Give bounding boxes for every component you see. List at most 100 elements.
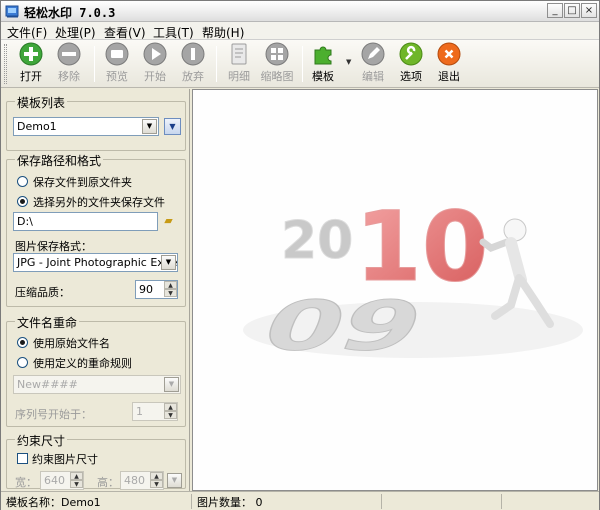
remove-label: 移除 bbox=[58, 70, 80, 83]
constrain-size-checkbox[interactable] bbox=[17, 453, 28, 464]
width-spinner[interactable]: 640 ▲ ▼ bbox=[40, 471, 84, 490]
template-action-button[interactable]: ▼ bbox=[164, 118, 181, 135]
exit-label: 退出 bbox=[438, 70, 460, 83]
close-button[interactable]: × bbox=[581, 3, 597, 18]
chevron-down-icon[interactable]: ▼ bbox=[167, 473, 182, 488]
spin-up-icon[interactable]: ▲ bbox=[150, 472, 163, 480]
status-resize-grip[interactable] bbox=[502, 494, 599, 509]
radio-label: 使用原始文件名 bbox=[33, 337, 110, 350]
spin-down-icon[interactable]: ▼ bbox=[164, 289, 177, 297]
wrench-icon bbox=[399, 42, 423, 66]
chevron-down-icon[interactable]: ▼ bbox=[161, 255, 176, 270]
spin-buttons[interactable]: ▲ ▼ bbox=[70, 472, 83, 489]
status-image-count: 图片数量： 0 bbox=[192, 494, 382, 509]
chevron-down-icon[interactable]: ▼ bbox=[164, 377, 179, 392]
settings-panel: 模板列表 Demo1 ▼ ▼ 保存路径和格式 保存文件到原文件夹 选择另外的文件… bbox=[1, 89, 190, 491]
window-title: 轻松水印 7.0.3 bbox=[24, 6, 116, 20]
save-path-input[interactable]: D:\ bbox=[13, 212, 158, 231]
remove-button[interactable]: 移除 bbox=[49, 42, 89, 86]
abort-button[interactable]: 放弃 bbox=[173, 42, 213, 86]
details-button[interactable]: 明细 bbox=[219, 42, 259, 86]
folder-icon[interactable]: ▰ bbox=[160, 213, 177, 230]
menu-process[interactable]: 处理(P) bbox=[55, 24, 96, 41]
height-spinner[interactable]: 480 ▲ ▼ bbox=[120, 471, 164, 490]
menu-tools[interactable]: 工具(T) bbox=[153, 24, 194, 41]
sequence-spinner[interactable]: 1 ▲ ▼ bbox=[132, 402, 178, 421]
template-dropdown-arrow-icon[interactable]: ▼ bbox=[346, 58, 351, 66]
sequence-label: 序列号开始于： bbox=[15, 408, 92, 421]
puzzle-icon bbox=[314, 46, 332, 65]
menu-bar: 文件(F) 处理(P) 查看(V) 工具(T) 帮助(H) bbox=[1, 22, 599, 40]
radio-unchecked[interactable] bbox=[17, 176, 28, 187]
spin-down-icon[interactable]: ▼ bbox=[150, 480, 163, 488]
document-icon bbox=[231, 43, 247, 65]
spin-up-icon[interactable]: ▲ bbox=[164, 281, 177, 289]
pause-icon bbox=[181, 42, 205, 66]
radio-checked[interactable] bbox=[17, 337, 28, 348]
image-preview[interactable]: 20 10 09 bbox=[192, 89, 598, 491]
menu-help[interactable]: 帮助(H) bbox=[202, 24, 244, 41]
group-title: 文件名重命 bbox=[15, 314, 80, 331]
template-list-group: 模板列表 Demo1 ▼ ▼ bbox=[6, 94, 186, 151]
spin-down-icon[interactable]: ▼ bbox=[164, 411, 177, 419]
height-value: 480 bbox=[124, 474, 145, 487]
minimize-button[interactable]: _ bbox=[547, 3, 563, 18]
minus-icon bbox=[57, 42, 81, 66]
toolbar-separator bbox=[94, 46, 95, 82]
title-bar[interactable]: 轻松水印 7.0.3 _ □ × bbox=[1, 1, 599, 22]
save-other-option[interactable]: 选择另外的文件夹保存文件 bbox=[17, 194, 165, 210]
template-label: 模板 bbox=[312, 70, 334, 83]
spin-buttons[interactable]: ▲ ▼ bbox=[164, 403, 177, 420]
group-title: 保存路径和格式 bbox=[15, 152, 104, 169]
status-bar: 模板名称：Demo1 图片数量： 0 bbox=[1, 491, 599, 510]
spin-up-icon[interactable]: ▲ bbox=[70, 472, 83, 480]
options-label: 选项 bbox=[400, 70, 422, 83]
menu-view[interactable]: 查看(V) bbox=[104, 24, 146, 41]
save-original-option[interactable]: 保存文件到原文件夹 bbox=[17, 174, 132, 190]
constrain-size-checkbox-row[interactable]: 约束图片尺寸 bbox=[17, 451, 98, 467]
play-icon bbox=[143, 42, 167, 66]
preview-button[interactable]: 预览 bbox=[97, 42, 137, 86]
rename-pattern-value: New#### bbox=[17, 378, 78, 391]
thumbnails-icon bbox=[265, 42, 289, 66]
open-button[interactable]: 打开 bbox=[11, 42, 51, 86]
thumbnails-button[interactable]: 缩略图 bbox=[257, 42, 297, 86]
rename-custom-option[interactable]: 使用定义的重命规则 bbox=[17, 355, 132, 371]
template-button[interactable]: 模板 bbox=[303, 42, 343, 86]
format-label: 图片保存格式： bbox=[15, 240, 92, 253]
rename-original-option[interactable]: 使用原始文件名 bbox=[17, 335, 110, 351]
sequence-value: 1 bbox=[136, 405, 143, 418]
format-select[interactable]: JPG - Joint Photographic Experts Group ▼ bbox=[13, 253, 178, 272]
group-title: 约束尺寸 bbox=[15, 432, 68, 449]
spin-buttons[interactable]: ▲ ▼ bbox=[164, 281, 177, 298]
abort-label: 放弃 bbox=[182, 70, 204, 83]
format-select-value: JPG - Joint Photographic Experts Group bbox=[17, 256, 177, 269]
radio-label: 选择另外的文件夹保存文件 bbox=[33, 196, 165, 209]
maximize-button[interactable]: □ bbox=[564, 3, 580, 18]
edit-label: 编辑 bbox=[362, 70, 384, 83]
spin-up-icon[interactable]: ▲ bbox=[164, 403, 177, 411]
spin-down-icon[interactable]: ▼ bbox=[70, 480, 83, 488]
digits-10: 10 bbox=[355, 191, 489, 303]
radio-label: 使用定义的重命规则 bbox=[33, 357, 132, 370]
checkbox-label: 约束图片尺寸 bbox=[32, 453, 98, 466]
start-button[interactable]: 开始 bbox=[135, 42, 175, 86]
radio-label: 保存文件到原文件夹 bbox=[33, 176, 132, 189]
radio-checked[interactable] bbox=[17, 196, 28, 207]
spin-buttons[interactable]: ▲ ▼ bbox=[150, 472, 163, 489]
chevron-down-icon[interactable]: ▼ bbox=[142, 119, 157, 134]
toolbar-grip[interactable] bbox=[4, 44, 7, 84]
edit-button[interactable]: 编辑 bbox=[353, 42, 393, 86]
status-empty bbox=[382, 494, 502, 509]
quality-spinner[interactable]: 90 ▲ ▼ bbox=[135, 280, 178, 299]
thumbnails-label: 缩略图 bbox=[260, 70, 294, 83]
pencil-icon bbox=[361, 42, 385, 66]
menu-file[interactable]: 文件(F) bbox=[7, 24, 47, 41]
template-select[interactable]: Demo1 ▼ bbox=[13, 117, 159, 136]
radio-unchecked[interactable] bbox=[17, 357, 28, 368]
rename-pattern-select[interactable]: New#### ▼ bbox=[13, 375, 181, 394]
exit-button[interactable]: 退出 bbox=[429, 42, 469, 86]
open-label: 打开 bbox=[20, 70, 42, 83]
details-label: 明细 bbox=[228, 70, 250, 83]
options-button[interactable]: 选项 bbox=[391, 42, 431, 86]
